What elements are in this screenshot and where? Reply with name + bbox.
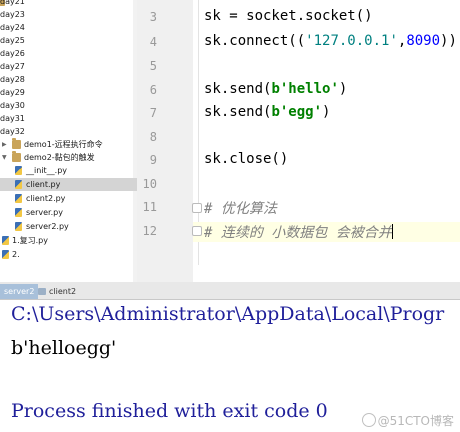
tab-server2[interactable]: server2: [0, 284, 39, 299]
python-file-icon: [15, 222, 22, 231]
line-number: 4: [149, 35, 157, 49]
code-line-6: sk.send(b'hello'): [204, 81, 348, 97]
tree-file-client2[interactable]: client2.py: [0, 192, 137, 205]
console-exit-line: Process finished with exit code 0: [11, 400, 328, 422]
tree-folder-day27[interactable]: day27: [0, 60, 137, 73]
tree-folder-day24[interactable]: day24: [0, 21, 137, 34]
tree-folder-day28[interactable]: day28: [0, 73, 137, 86]
watermark: @51CTO博客: [361, 412, 454, 429]
run-tabs: server2 client2: [0, 282, 460, 300]
tree-folder-day29[interactable]: day29: [0, 86, 137, 99]
text-caret: [391, 224, 393, 239]
line-number: 5: [149, 59, 157, 73]
project-tree: day21 day23 day24 day25 day26 day27 day2…: [0, 0, 137, 282]
code-line-12-current: # 连续的 小数据包 会被合并: [193, 222, 460, 242]
tree-folder-demo2[interactable]: ▼ demo2-黏包的触发: [0, 151, 137, 164]
tree-folder-day30[interactable]: day30: [0, 99, 137, 112]
tree-folder-day23[interactable]: day23: [0, 8, 137, 21]
python-file-icon: [15, 208, 22, 217]
python-file-icon: [2, 250, 9, 259]
folder-icon: [12, 138, 21, 149]
fold-marker-icon[interactable]: [192, 226, 202, 236]
code-line-9: sk.close(): [204, 151, 289, 167]
code-line-7: sk.send(b'egg'): [204, 104, 331, 120]
tree-file-2[interactable]: 2.: [0, 248, 137, 261]
run-config-icon: [38, 288, 46, 295]
line-number: 6: [149, 83, 157, 97]
console-path-line: C:\Users\Administrator\AppData\Local\Pro…: [11, 303, 445, 325]
code-editor[interactable]: 3 4 5 6 7 8 9 10 11 12 sk = socket.socke…: [137, 0, 460, 282]
watermark-logo-icon: [361, 413, 376, 427]
tree-folder-day25[interactable]: day25: [0, 34, 137, 47]
tree-file-client[interactable]: client.py: [0, 178, 137, 191]
line-number: 10: [142, 177, 157, 191]
tree-file-init[interactable]: __init__.py: [0, 164, 137, 177]
run-console[interactable]: C:\Users\Administrator\AppData\Local\Pro…: [0, 300, 460, 432]
tree-file-review[interactable]: 1.复习.py: [0, 234, 137, 247]
chevron-right-icon[interactable]: ▶: [2, 138, 7, 151]
python-file-icon: [15, 180, 22, 189]
tree-file-server2[interactable]: server2.py: [0, 220, 137, 233]
line-number: 3: [149, 10, 157, 24]
tab-client2[interactable]: client2: [35, 284, 76, 299]
tree-file-server[interactable]: server.py: [0, 206, 137, 219]
tree-folder-demo1[interactable]: ▶ demo1-远程执行命令: [0, 138, 137, 151]
tree-folder-day26[interactable]: day26: [0, 47, 137, 60]
line-number: 9: [149, 153, 157, 167]
tree-folder-day32[interactable]: day32: [0, 125, 137, 138]
folder-icon: [12, 151, 21, 162]
chevron-down-icon[interactable]: ▼: [2, 151, 7, 164]
code-line-11: # 优化算法: [204, 201, 277, 217]
line-number: 11: [142, 200, 157, 214]
line-number: 7: [149, 106, 157, 120]
tree-folder-day31[interactable]: day31: [0, 112, 137, 125]
console-output-line: b'helloegg': [11, 337, 117, 359]
line-number: 12: [142, 224, 157, 238]
tree-folder-day21[interactable]: day21: [0, 0, 137, 8]
code-line-3: sk = socket.socket(): [204, 8, 373, 24]
python-file-icon: [15, 194, 22, 203]
python-file-icon: [15, 166, 22, 175]
line-number: 8: [149, 130, 157, 144]
python-file-icon: [2, 236, 9, 245]
fold-marker-icon[interactable]: [192, 203, 202, 213]
code-line-4: sk.connect(('127.0.0.1',8090)): [204, 33, 457, 49]
